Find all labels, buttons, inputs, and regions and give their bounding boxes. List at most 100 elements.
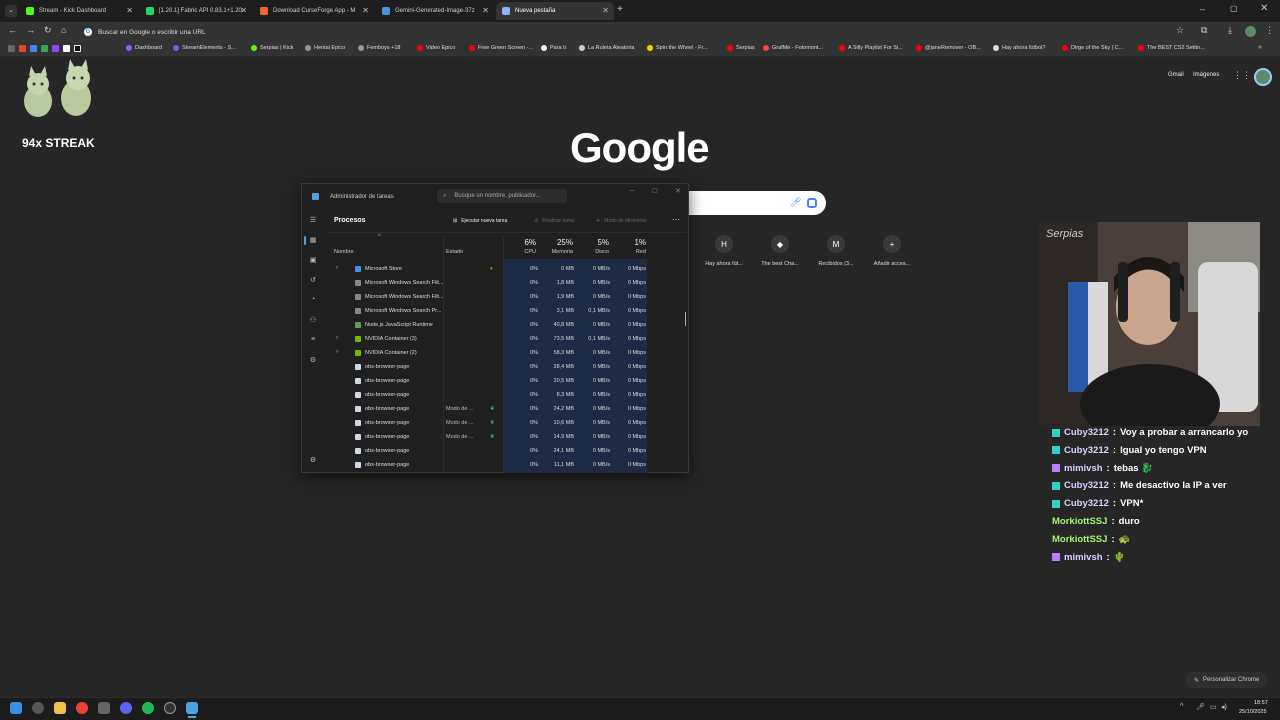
tab-close-icon[interactable]: ✕ [602, 6, 609, 15]
extensions-icon[interactable]: ⧉ [1201, 25, 1207, 36]
bookmark-item[interactable]: Dashboard [126, 45, 162, 51]
process-row[interactable]: obs-browser-page Modo de ... ❦ 0% 24,2 MB 0 M… [328, 402, 686, 416]
process-row[interactable]: obs-browser-page 0% 20,5 MB 0 MB/s 0 Mbps [328, 374, 686, 388]
file-explorer-icon[interactable] [54, 702, 66, 714]
tab-search-button[interactable]: ⌄ [5, 5, 17, 17]
home-icon[interactable]: ⌂ [61, 25, 66, 35]
tiktok-bookmark-icon[interactable] [74, 45, 81, 52]
col-disk-header[interactable]: Disco [578, 249, 609, 255]
menu-icon[interactable]: ⋮ [1265, 25, 1274, 36]
settings-icon[interactable]: ⚙ [308, 456, 318, 464]
tray-chevron-icon[interactable]: ^ [1180, 703, 1183, 710]
process-row[interactable]: obs-browser-page Modo de ... ❦ 0% 14,9 MB 0 M… [328, 430, 686, 444]
bookmark-item[interactable]: Free Green Screen -... [469, 45, 533, 51]
tab-close-icon[interactable]: ✕ [482, 6, 489, 15]
tm-scrollbar[interactable] [685, 312, 686, 326]
bookmark-item[interactable]: Femboys +18 [358, 45, 400, 51]
tm-more-icon[interactable]: ⋯ [672, 215, 680, 224]
process-row[interactable]: Microsoft Windows Search Filt... 0% 1,8 MB… [328, 276, 686, 290]
bookmarks-overflow-icon[interactable]: » [1258, 44, 1262, 51]
reload-icon[interactable]: ↻ [44, 25, 52, 36]
col-net-header[interactable]: Red [612, 249, 646, 255]
apps-icon[interactable] [8, 45, 15, 52]
process-row[interactable]: › NVIDIA Container (3) 0% 73,5 MB 0,1 MB/s 0 … [328, 332, 686, 346]
bookmark-item[interactable]: La Ruleta Aleatoria [579, 45, 634, 51]
expand-chevron-icon[interactable]: › [336, 335, 338, 341]
bookmark-item[interactable]: Serpias [727, 45, 755, 51]
bookmark-item[interactable]: Video Epico [417, 45, 455, 51]
bookmark-item[interactable]: StreamElements - S... [173, 45, 236, 51]
bookmark-item[interactable]: The BEST CS2 Settin... [1138, 45, 1205, 51]
col-status-header[interactable]: Estado [446, 249, 463, 255]
tab-3[interactable]: Download CurseForge App - M ✕ [254, 2, 374, 20]
process-row[interactable]: Node.js JavaScript Runtime 0% 40,8 MB 0 MB/… [328, 318, 686, 332]
gmail-bookmark-icon[interactable] [19, 45, 26, 52]
bookmark-item[interactable]: Dirge of the Sky | C... [1062, 45, 1123, 51]
bookmark-item[interactable]: Serpias | Kick [251, 45, 294, 51]
omnibox[interactable]: G Buscar en Google o escribir una URL [78, 24, 1218, 40]
hamburger-icon[interactable]: ☰ [308, 216, 318, 224]
obs-icon[interactable] [164, 702, 176, 714]
google-apps-icon[interactable]: ⋮⋮ [1233, 70, 1251, 81]
processes-icon[interactable]: ▦ [308, 236, 318, 244]
maps-bookmark-icon[interactable] [41, 45, 48, 52]
spotify-icon[interactable] [142, 702, 154, 714]
twitch-bookmark-icon[interactable] [52, 45, 59, 52]
tm-maximize-button[interactable]: ▢ [652, 187, 658, 194]
tm-close-button[interactable]: ✕ [675, 187, 681, 195]
tab-5[interactable]: Nueva pestaña ✕ [496, 2, 614, 20]
images-link[interactable]: Imágenes [1193, 72, 1219, 78]
ntp-shortcut[interactable]: M Recibidos (3... [811, 235, 861, 267]
tab-2[interactable]: [1.20.1] Fabric API 0.83.1+1.20. ✕ [140, 2, 252, 20]
bookmark-item[interactable]: A Silly Playlist For Si... [839, 45, 903, 51]
process-row[interactable]: › Microsoft Store ⏸︎ 0% 0 MB 0 MB/s 0 Mbps [328, 262, 686, 276]
services-icon[interactable]: ⚙ [308, 356, 318, 364]
tab-4[interactable]: Gemini-Generated-Image-37z ✕ [376, 2, 494, 20]
discord-icon[interactable] [120, 702, 132, 714]
lens-icon[interactable] [807, 198, 817, 208]
bookmark-item[interactable]: GrafMe - Fotomont... [763, 45, 823, 51]
expand-chevron-icon[interactable]: › [336, 349, 338, 355]
tm-search-input[interactable]: ⌕ Busque un nombre, publicador... [437, 189, 567, 203]
process-row[interactable]: obs-browser-page 0% 28,4 MB 0 MB/s 0 Mbps [328, 360, 686, 374]
end-task-button[interactable]: ⊘ Finalizar tarea [534, 218, 574, 224]
volume-icon[interactable]: ◂) [1221, 703, 1227, 711]
back-icon[interactable]: ← [8, 25, 17, 35]
voice-search-icon[interactable]: 🎤︎ [790, 197, 801, 208]
efficiency-mode-button[interactable]: ❧ Modo de eficiencia [596, 218, 646, 224]
bookmark-item[interactable]: Para ti [541, 45, 566, 51]
forward-icon[interactable]: → [26, 25, 35, 35]
app-icon[interactable] [98, 702, 110, 714]
wifi-icon[interactable]: ▭ [1210, 703, 1217, 711]
details-icon[interactable]: ≡ [308, 336, 318, 343]
clock-date[interactable]: 25/10/2025 [1239, 709, 1267, 715]
process-row[interactable]: › NVIDIA Container (2) 0% 58,3 MB 0 MB/s 0 Mb… [328, 346, 686, 360]
tab-close-icon[interactable]: ✕ [126, 6, 133, 15]
col-name-header[interactable]: Nombre [334, 249, 354, 255]
app-history-icon[interactable]: ↺ [308, 276, 318, 284]
process-row[interactable]: Microsoft Windows Search Filt... 0% 1,9 MB… [328, 290, 686, 304]
process-row[interactable]: obs-browser-page 0% 8,3 MB 0 MB/s 0 Mbps [328, 388, 686, 402]
bookmark-item[interactable]: Hay ahora fútbol? [993, 45, 1045, 51]
x-bookmark-icon[interactable] [63, 45, 70, 52]
process-row[interactable]: obs-browser-page 0% 24,1 MB 0 MB/s 0 Mbps [328, 444, 686, 458]
tab-close-icon[interactable]: ✕ [240, 6, 247, 15]
users-icon[interactable]: ⚇ [308, 316, 318, 324]
performance-icon[interactable]: ▣ [308, 256, 318, 264]
col-cpu-header[interactable]: CPU [510, 249, 536, 255]
expand-chevron-icon[interactable]: › [336, 265, 338, 271]
startup-apps-icon[interactable]: ◔ [308, 296, 318, 303]
account-avatar[interactable] [1254, 68, 1272, 86]
process-row[interactable]: obs-browser-page Modo de ... ❦ 0% 10,6 MB 0 M… [328, 416, 686, 430]
col-mem-header[interactable]: Memoria [538, 249, 573, 255]
search-taskbar-icon[interactable] [32, 702, 44, 714]
minimize-button[interactable]: – [1200, 4, 1205, 14]
ntp-shortcut[interactable]: ◆ The best Cha... [755, 235, 805, 267]
new-tab-button[interactable]: + [617, 4, 623, 15]
customize-chrome-button[interactable]: ✎ Personalizar Chrome [1186, 672, 1268, 688]
close-window-button[interactable]: ✕ [1260, 3, 1268, 14]
run-new-task-button[interactable]: ⊞ Ejecutar nueva tarea [453, 218, 507, 224]
drive-bookmark-icon[interactable] [30, 45, 37, 52]
task-manager-taskbar-icon[interactable] [186, 702, 198, 714]
tab-close-icon[interactable]: ✕ [362, 6, 369, 15]
